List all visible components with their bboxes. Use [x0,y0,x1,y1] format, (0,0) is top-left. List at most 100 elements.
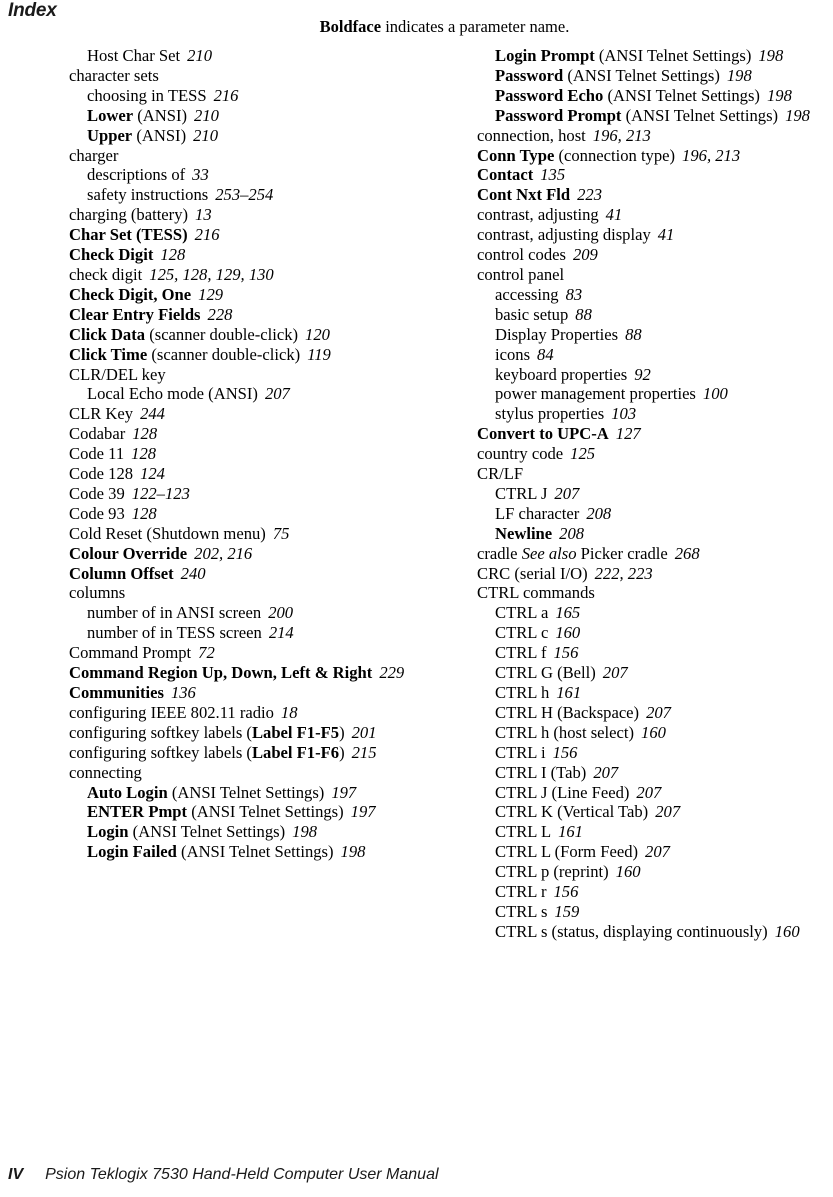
entry-page-ref: 92 [634,364,651,384]
index-entry: cradle See also Picker cradle 268 [477,544,833,564]
entry-page-ref: 268 [674,543,700,563]
entry-term: contrast, adjusting [477,205,599,225]
entry-page-ref: 207 [636,782,662,802]
index-entry: Clear Entry Fields 228 [69,305,425,325]
entry-term: CTRL G (Bell) [495,663,596,683]
entry-term: country code [477,444,564,464]
entry-term: choosing in TESS [87,85,207,105]
entry-term: CLR Key [69,404,134,424]
index-entry: Communities 136 [69,683,425,703]
index-entry: CTRL I (Tab) 207 [495,763,833,783]
entry-term: keyboard properties [495,364,628,384]
index-entry: CLR/DEL key [69,365,425,385]
entry-page-ref: 201 [351,722,377,742]
entry-page-ref: 88 [575,304,592,324]
index-entry: Click Data (scanner double-click) 120 [69,325,425,345]
entry-term: Local Echo mode (ANSI) [87,384,258,404]
entry-term: (ANSI Telnet Settings) [176,842,334,862]
entry-term: Code 93 [69,503,125,523]
entry-term: control codes [477,245,566,265]
entry-term: configuring IEEE 802.11 radio [69,702,274,722]
entry-term: Display Properties [495,324,619,344]
entry-term: CTRL L [495,822,552,842]
entry-term: Codabar [69,424,126,444]
entry-term: CTRL I (Tab) [495,762,587,782]
entry-page-ref: 216 [194,225,220,245]
index-entry: descriptions of 33 [87,165,425,185]
entry-page-ref: 128 [131,503,157,523]
entry-term: power management properties [495,384,696,404]
entry-term: control panel [477,264,565,284]
index-entry: contrast, adjusting display 41 [477,225,833,245]
entry-page-ref: 128 [160,245,186,265]
index-entry: contrast, adjusting 41 [477,205,833,225]
index-entry: control panel [477,265,833,285]
entry-term-bold: Check Digit [69,245,154,265]
entry-page-ref: 160 [641,722,666,742]
entry-term: charger [69,145,119,165]
index-entry: accessing 83 [495,285,833,305]
entry-term: Host Char Set [87,46,181,65]
index-entry: control codes 209 [477,245,833,265]
entry-term-bold: Communities [69,683,164,702]
entry-page-ref: 128 [132,424,158,444]
index-entry: Check Digit 128 [69,245,425,265]
index-entry: charger [69,146,425,166]
entry-term: configuring softkey labels ( [69,722,252,742]
entry-term-bold: Upper [87,125,133,145]
entry-term: connecting [69,762,142,782]
entry-page-ref: 197 [350,802,376,822]
entry-term-bold: Colour Override [69,543,188,563]
boldface-note-text: indicates a parameter name. [381,17,570,36]
entry-term: (ANSI Telnet Settings) [603,85,760,105]
entry-page-ref: 207 [646,702,671,722]
entry-term: Cold Reset (Shutdown menu) [69,523,266,543]
entry-term: columns [69,583,126,603]
entry-term: CTRL commands [477,583,595,603]
entry-term-bold: Label F1-F6 [251,742,340,762]
index-entry: stylus properties 103 [495,404,833,424]
entry-term: CTRL K (Vertical Tab) [495,802,649,822]
index-entry: CTRL L (Form Feed) 207 [495,842,833,862]
entry-term: accessing [495,284,559,304]
index-entry: number of in ANSI screen 200 [87,603,425,623]
entry-see-also: See also [521,543,577,563]
index-entry: Host Char Set 210 [87,46,425,66]
entry-term: icons [495,344,531,364]
entry-page-ref: 100 [702,384,728,404]
entry-term: (ANSI Telnet Settings) [621,105,779,125]
entry-term: charging (battery) [69,205,189,225]
entry-page-ref: 223 [577,185,603,205]
index-entry: check digit 125, 128, 129, 130 [69,265,425,285]
entry-page-ref: 41 [657,225,675,245]
entry-page-ref: 156 [552,742,578,762]
entry-term: Code 128 [69,464,134,484]
entry-page-ref: 88 [625,324,642,344]
index-entry: Lower (ANSI) 210 [87,106,425,126]
entry-term: CTRL h (host select) [495,722,635,742]
index-entry: Auto Login (ANSI Telnet Settings) 197 [87,783,425,803]
entry-term: Code 39 [69,483,125,503]
index-entry: CTRL i 156 [495,743,833,763]
entry-page-ref: 198 [785,105,810,125]
entry-term-bold: Label F1-F5 [251,722,340,742]
index-entry: CTRL c 160 [495,623,833,643]
index-entry: choosing in TESS 216 [87,86,425,106]
index-entry: Conn Type (connection type) 196, 213 [477,146,833,166]
index-entry: CTRL commands [477,583,833,603]
entry-term: connection, host [477,125,586,145]
index-entry: Local Echo mode (ANSI) 207 [87,384,425,404]
entry-page-ref: 207 [645,842,670,862]
entry-term: (ANSI Telnet Settings) [128,822,286,842]
entry-term-bold: Click Time [69,344,148,364]
entry-page-ref: 33 [192,165,209,185]
entry-term: descriptions of [87,165,186,185]
index-entry: CTRL s 159 [495,902,833,922]
entry-term-bold: Password [495,65,564,85]
index-entry: CTRL s (status, displaying continuously)… [495,922,833,942]
index-entry: connecting [69,763,425,783]
entry-term-bold: Column Offset [69,563,174,583]
index-entry: Click Time (scanner double-click) 119 [69,345,425,365]
entry-term-bold: Auto Login [87,782,168,802]
entry-term: CTRL a [495,603,549,623]
